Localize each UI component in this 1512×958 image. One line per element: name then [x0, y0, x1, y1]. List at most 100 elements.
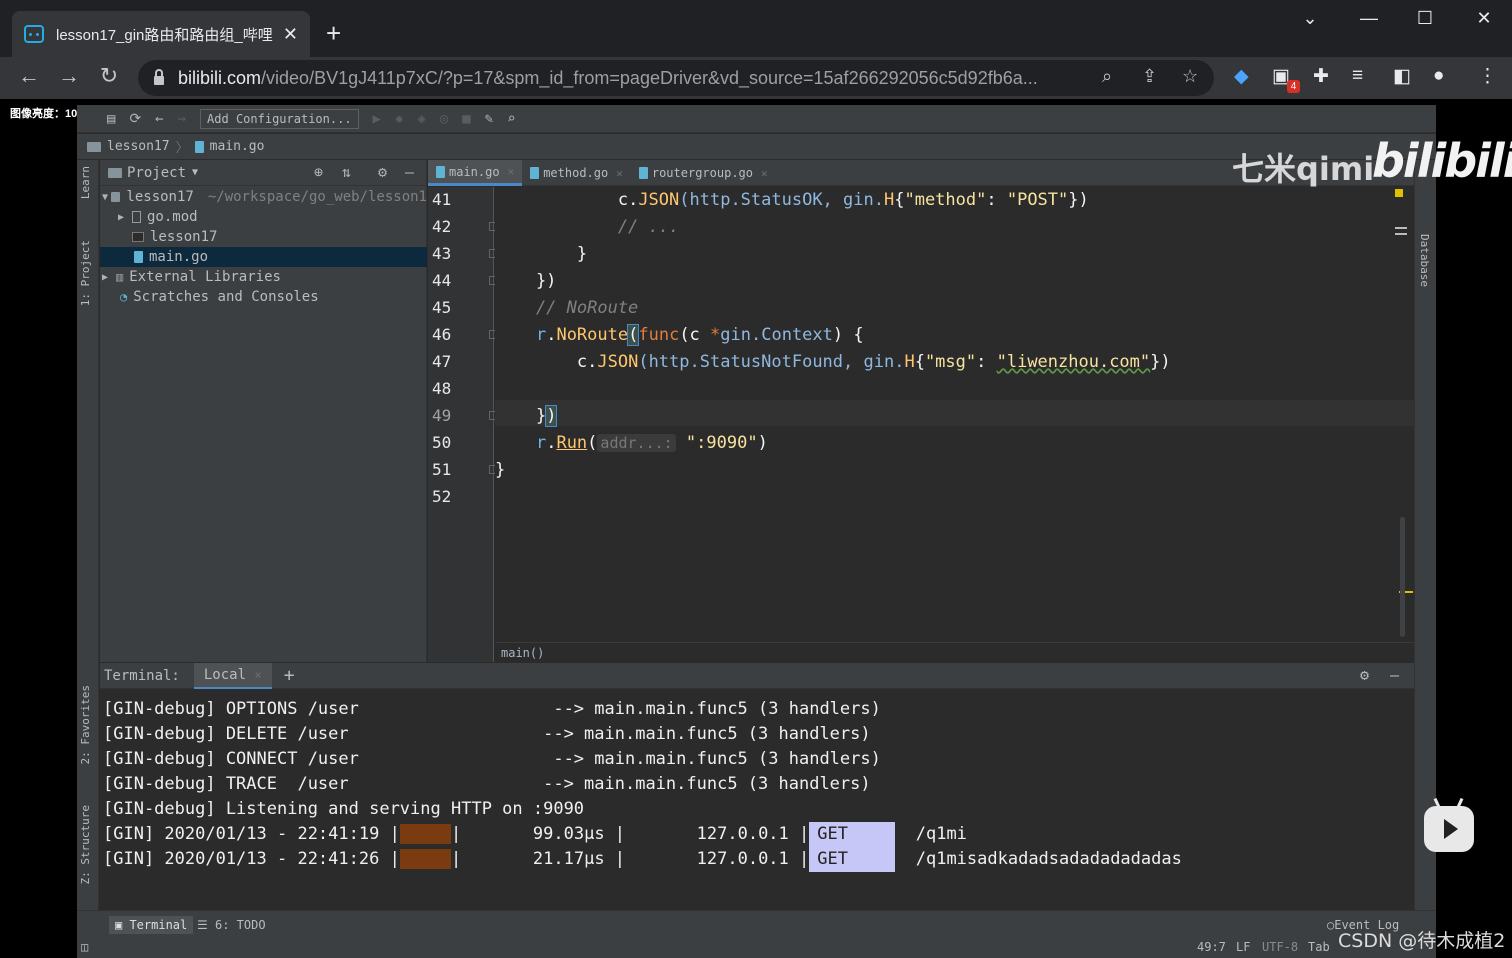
lock-icon[interactable] [154, 69, 164, 85]
code-line-51: } [495, 460, 506, 480]
extension-badge: 4 [1287, 80, 1300, 93]
code-line-42: // ... [495, 217, 680, 237]
hide-icon[interactable]: — [1390, 666, 1399, 684]
side-panel-icon[interactable]: ◧ [1393, 65, 1411, 88]
folder-icon [111, 192, 121, 202]
close-icon[interactable]: ✕ [508, 165, 515, 178]
bilibili-logo: bilibili [1372, 134, 1512, 188]
debug-icon[interactable]: ✹ [395, 111, 403, 127]
line-number-current: 49 [432, 406, 452, 425]
reading-list-icon[interactable]: ≡ [1352, 65, 1363, 87]
structure-tab[interactable]: Z: Structure [79, 805, 92, 884]
tree-item-scratches[interactable]: ◔ Scratches and Consoles [100, 287, 427, 307]
url-host: bilibili.com [178, 67, 262, 88]
star-icon[interactable]: ☆ [1182, 66, 1198, 87]
tree-item-main-go[interactable]: main.go [100, 247, 427, 267]
tool-tab-terminal[interactable]: ▣ Terminal [109, 916, 194, 934]
line-number: 44 [432, 271, 452, 290]
forward-icon[interactable]: → [54, 63, 84, 89]
terminal-request-line: [GIN] 2020/01/13 - 22:41:19 | 404 | 99.0… [103, 822, 967, 847]
new-tab-button[interactable]: + [326, 18, 341, 48]
profile-run-icon[interactable]: ◎ [440, 111, 448, 127]
learn-tab[interactable]: Learn [79, 166, 92, 199]
extensions-puzzle-icon[interactable]: ✚ [1313, 65, 1329, 88]
status-badge: 404 [399, 849, 452, 869]
profile-icon[interactable]: ● [1433, 65, 1444, 87]
param-hint: addr...: [597, 434, 676, 452]
tree-item-binary[interactable]: lesson17 [100, 227, 427, 247]
status-badge: 404 [399, 824, 452, 844]
zoom-icon[interactable]: ⌕ [1102, 66, 1112, 87]
file-encoding[interactable]: UTF-8 [1262, 940, 1298, 954]
caret-position[interactable]: 49:7 [1197, 940, 1226, 954]
run-icon[interactable]: ▶ [373, 111, 381, 127]
tab-close-icon[interactable]: ✕ [283, 24, 298, 45]
hide-icon[interactable]: — [405, 163, 414, 181]
save-icon[interactable]: ▤ [107, 111, 115, 127]
tool-tab-todo[interactable]: ☰ 6: TODO [197, 918, 266, 932]
browser-tab[interactable]: lesson17_gin路由和路由组_哔哩 ✕ [12, 11, 310, 57]
reload-icon[interactable]: ↻ [94, 63, 124, 89]
editor-scrollbar[interactable] [1400, 517, 1405, 637]
indent-setting[interactable]: Tab [1308, 940, 1330, 954]
tree-item-external-libraries[interactable]: ▶ ▥ External Libraries [100, 267, 427, 287]
go-file-icon [134, 251, 143, 263]
bilibili-favicon-icon [24, 25, 44, 43]
layout-toggle-icon[interactable]: ◫ [81, 940, 88, 954]
tab-search-icon[interactable]: ⌄ [1290, 8, 1330, 29]
code-breadcrumb[interactable]: main() [495, 642, 1414, 662]
minimize-icon[interactable]: — [1349, 8, 1389, 29]
tab-title: lesson17_gin路由和路由组_哔哩 [56, 26, 273, 44]
wrench-icon[interactable]: ✎ [485, 111, 493, 127]
gear-icon[interactable]: ⚙ [1360, 666, 1369, 684]
close-icon[interactable]: ✕ [761, 167, 768, 180]
search-icon[interactable]: ⌕ [507, 111, 515, 127]
warning-marker-icon[interactable] [1395, 189, 1403, 197]
nav-forward-icon[interactable]: → [178, 111, 186, 127]
menu-icon[interactable]: ⋮ [1478, 65, 1497, 88]
error-stripe-icon[interactable] [1395, 227, 1407, 229]
code-line-47: c.JSON(http.StatusNotFound, gin.H{"msg":… [576, 352, 1171, 372]
play-button-icon[interactable] [1424, 797, 1474, 852]
back-icon[interactable]: ← [14, 63, 44, 89]
favorites-tab[interactable]: 2: Favorites [79, 685, 92, 764]
chevron-down-icon[interactable]: ▼ [192, 167, 198, 178]
status-bar: ▣ Terminal ☰ 6: TODO ○Event Log ◫ 49:7 L… [77, 910, 1436, 958]
project-tool-tab[interactable]: 1: Project [79, 240, 92, 306]
project-panel: Project ▼ ⊕ ⇅ ⚙ — ▼ lesson17 ~/workspace… [100, 160, 427, 662]
maximize-icon[interactable]: ☐ [1405, 8, 1445, 29]
coverage-icon[interactable]: ◈ [417, 111, 425, 127]
database-tab[interactable]: Database [1418, 234, 1431, 287]
nav-back-icon[interactable]: ← [155, 111, 163, 127]
project-panel-title[interactable]: Project [127, 165, 186, 181]
terminal-tab-local[interactable]: Local × [193, 662, 272, 689]
terminal-panel[interactable]: Terminal: Local × + ⚙ — [GIN-debug] OPTI… [100, 662, 1414, 910]
address-bar[interactable]: bilibili.com/video/BV1gJ411p7xC/?p=17&sp… [138, 60, 1214, 96]
line-separator[interactable]: LF [1236, 940, 1250, 954]
close-icon[interactable]: × [254, 668, 261, 682]
code-line-45: // NoRoute [495, 298, 639, 318]
tab-routergroup-go[interactable]: routergroup.go ✕ [631, 160, 776, 186]
breadcrumb-file[interactable]: main.go [210, 139, 265, 154]
tab-main-go[interactable]: main.go ✕ [428, 160, 523, 186]
gear-icon[interactable]: ⚙ [378, 163, 387, 181]
breadcrumb-project[interactable]: lesson17 [107, 139, 170, 154]
sync-icon[interactable]: ⟳ [129, 111, 141, 127]
share-icon[interactable]: ⇪ [1142, 66, 1157, 87]
add-configuration-button[interactable]: Add Configuration... [200, 108, 359, 129]
line-number-gutter: 41 42 43 44 45 46 47 48 49 50 51 52 [428, 187, 498, 662]
tree-item-lesson17-root[interactable]: ▼ lesson17 ~/workspace/go_web/lesson1 [100, 187, 427, 207]
line-number: 45 [432, 298, 452, 317]
tab-method-go[interactable]: method.go ✕ [522, 160, 631, 186]
locate-icon[interactable]: ⊕ [314, 163, 323, 181]
close-window-icon[interactable]: ✕ [1464, 8, 1504, 29]
close-icon[interactable]: ✕ [616, 167, 623, 180]
code-editor[interactable]: c.JSON(http.StatusOK, gin.H{"method": "P… [495, 187, 1414, 662]
line-number: 42 [432, 217, 452, 236]
gem-extension-icon[interactable]: ◆ [1234, 65, 1249, 88]
add-terminal-button[interactable]: + [284, 665, 295, 686]
collapse-icon[interactable]: ⇅ [342, 163, 351, 181]
stop-icon[interactable]: ■ [462, 111, 470, 127]
code-line-41: c.JSON(http.StatusOK, gin.H{"method": "P… [617, 190, 1089, 210]
tree-item-go-mod[interactable]: ▶ go.mod [100, 207, 427, 227]
